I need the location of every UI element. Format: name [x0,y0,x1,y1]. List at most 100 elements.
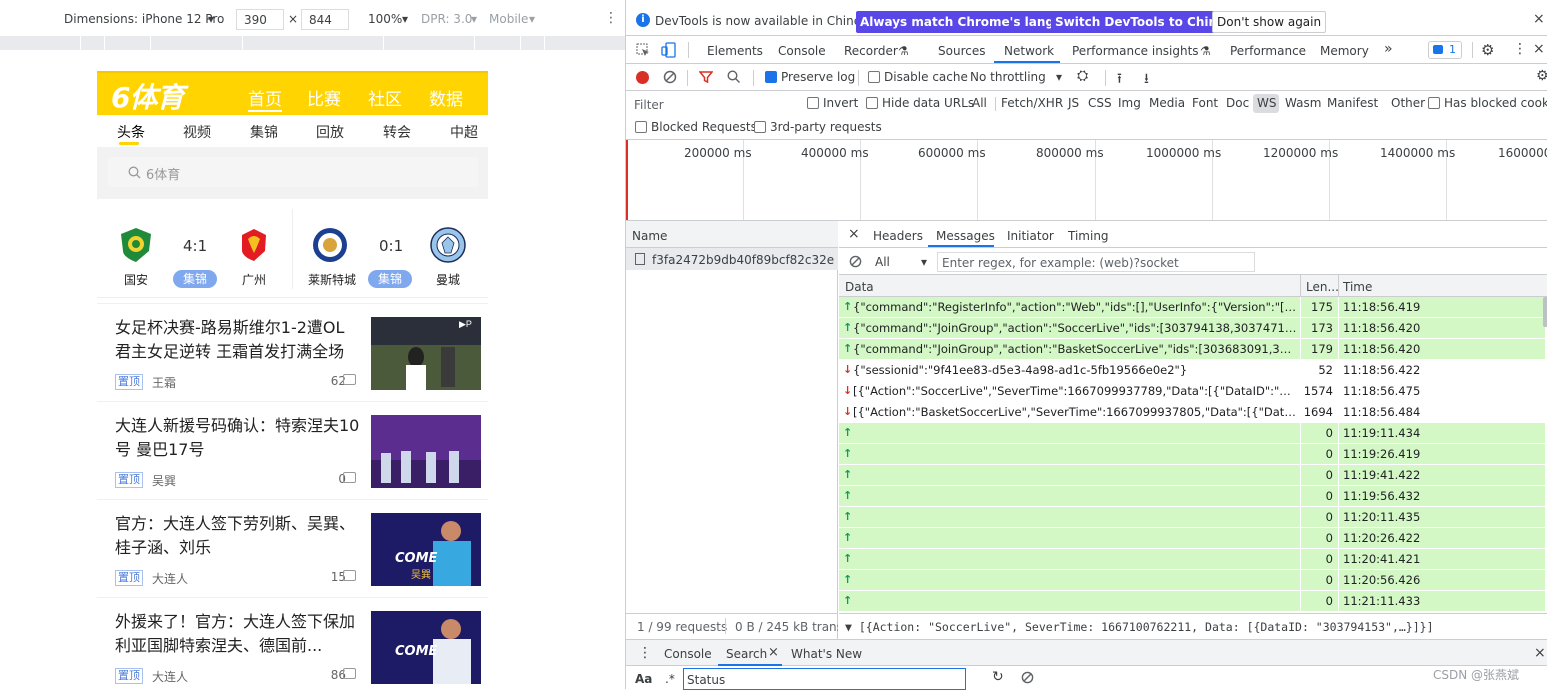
search-input[interactable]: 6体育 [108,157,478,187]
tab-console[interactable]: Console [778,44,826,58]
news-item[interactable]: 大连人新援号码确认：特索涅夫10号 曼巴17号 置顶 吴巽 0 [97,401,488,499]
request-row[interactable]: f3fa2472b9db40f89bcf82c32e23... [626,248,838,270]
message-regex-input[interactable]: Enter regex, for example: (web)?socket [937,252,1255,272]
blocked-requests-checkbox[interactable]: Blocked Requests [635,120,757,134]
logo[interactable]: 6体育 [111,76,184,116]
message-type-select[interactable]: All [875,255,890,269]
tab-home[interactable]: 首页 [248,85,282,112]
gear-icon[interactable]: ⚙ [1481,41,1494,59]
highlights-badge[interactable]: 集锦 [368,270,412,288]
has-blocked-cookies-checkbox[interactable]: Has blocked cookies [1428,96,1547,110]
type-filter-fetch[interactable]: Fetch/XHR [1001,96,1063,110]
type-filter-js[interactable]: JS [1068,96,1079,110]
close-icon[interactable]: × [768,645,779,660]
message-row[interactable]: ↓ {"sessionid":"9f41ee83-d5e3-4a98-ad1c-5… [839,360,1545,381]
tab-data[interactable]: 数据 [429,85,463,110]
type-filter-manifest[interactable]: Manifest [1327,96,1378,110]
width-input[interactable]: 390 [236,9,284,30]
type-filter-img[interactable]: Img [1118,96,1141,110]
time-column-header[interactable]: Time [1343,280,1372,294]
disable-cache-checkbox[interactable]: Disable cache [868,70,968,84]
tab-recorder[interactable]: Recorder [844,44,898,58]
message-preview[interactable]: ▼ [{Action: "SoccerLive", SeverTime: 166… [839,613,1547,639]
third-party-checkbox[interactable]: 3rd-party requests [754,120,882,134]
data-column-header[interactable]: Data [845,280,874,294]
timeline-overview[interactable]: 200000 ms 400000 ms 600000 ms 800000 ms … [626,140,1547,221]
import-har-icon[interactable]: ⭱ [1117,68,1122,92]
news-thumbnail[interactable]: COME 吴巽 [371,513,481,586]
clear-icon[interactable] [1021,671,1034,684]
tab-community[interactable]: 社区 [368,85,402,110]
more-vert-icon[interactable]: ⋮ [1513,41,1527,57]
news-item[interactable]: 外援来了！官方：大连人签下保加利亚国脚特索涅夫、德国前... 置顶 大连人 86… [97,597,488,689]
close-icon[interactable]: × [1533,11,1545,27]
device-toggle-icon[interactable] [661,42,677,58]
tab-memory[interactable]: Memory [1320,44,1369,58]
message-row[interactable]: ↑ 0 11:21:11.433 [839,591,1545,612]
message-row[interactable]: ↑ {"command":"JoinGroup","action":"Basket… [839,339,1545,360]
dont-show-again-button[interactable]: Don't show again [1212,11,1327,33]
type-filter-font[interactable]: Font [1192,96,1218,110]
length-column-header[interactable]: Len... [1306,280,1339,294]
message-row[interactable]: ↓ [{"Action":"SoccerLive","SeverTime":166… [839,381,1545,402]
message-row[interactable]: ↑ 0 11:19:41.422 [839,465,1545,486]
scrollbar[interactable] [1543,297,1547,327]
type-filter-css[interactable]: CSS [1088,96,1112,110]
message-row[interactable]: ↑ 0 11:20:41.421 [839,549,1545,570]
tab-elements[interactable]: Elements [707,44,763,58]
message-row[interactable]: ↑ 0 11:19:26.419 [839,444,1545,465]
refresh-icon[interactable]: ↻ [992,669,1004,685]
name-column-header[interactable]: Name [632,229,667,243]
tab-matches[interactable]: 比赛 [307,85,341,110]
height-input[interactable]: 844 [301,9,349,30]
message-row[interactable]: ↑ 0 11:20:11.435 [839,507,1545,528]
news-title[interactable]: 官方：大连人签下劳列斯、吴巽、桂子涵、刘乐 [115,512,360,560]
invert-checkbox[interactable]: Invert [807,96,858,110]
message-row[interactable]: ↑ 0 11:20:26.422 [839,528,1545,549]
news-title[interactable]: 女足杯决赛-路易斯维尔1-2遭OL君主女足逆转 王霜首发打满全场 [115,316,360,364]
throttling-select[interactable]: No throttling [970,70,1046,84]
type-filter-wasm[interactable]: Wasm [1285,96,1321,110]
gear-icon[interactable]: ⚙ [1536,68,1547,84]
close-icon[interactable]: × [848,226,860,242]
mode-select[interactable]: Mobile [489,12,528,26]
type-filter-all[interactable]: All [972,96,987,110]
match-case-toggle[interactable]: Aa [635,672,652,686]
tab-headers[interactable]: Headers [873,229,923,243]
regex-toggle[interactable]: .* [665,672,675,686]
tab-performance-insights[interactable]: Performance insights [1072,44,1199,58]
subtab-transfer[interactable]: 转会 [383,122,411,142]
search-input[interactable]: Status [683,668,966,690]
tab-network[interactable]: Network [1004,44,1054,58]
export-har-icon[interactable]: ⭳ [1144,68,1149,92]
dpr-select[interactable]: DPR: 3.0 [421,12,472,26]
more-vert-icon[interactable]: ⋮ [604,10,618,26]
news-thumbnail[interactable] [371,415,481,488]
inspect-element-icon[interactable] [636,43,650,57]
type-filter-other[interactable]: Other [1391,96,1425,110]
type-filter-doc[interactable]: Doc [1226,96,1249,110]
device-select[interactable]: Dimensions: iPhone 12 Pro [64,12,224,26]
highlights-badge[interactable]: 集锦 [173,270,217,288]
record-icon[interactable] [636,71,649,84]
message-row[interactable]: ↑ {"command":"RegisterInfo","action":"Web… [839,297,1545,318]
clear-icon[interactable] [849,255,862,268]
news-item[interactable]: 官方：大连人签下劳列斯、吴巽、桂子涵、刘乐 置顶 大连人 15 COME 吴巽 [97,499,488,597]
team-logo-mancity[interactable] [430,227,466,263]
tab-timing[interactable]: Timing [1068,229,1109,243]
subtab-headlines[interactable]: 头条 [117,122,145,142]
type-filter-ws[interactable]: WS [1257,96,1276,110]
clear-icon[interactable] [663,70,677,84]
team-logo-guoan[interactable] [119,227,153,263]
tab-sources[interactable]: Sources [938,44,985,58]
drawer-tab-whats-new[interactable]: What's New [791,647,862,661]
type-filter-media[interactable]: Media [1149,96,1185,110]
subtab-csl[interactable]: 中超 [450,122,478,142]
preserve-log-checkbox[interactable]: Preserve log [765,70,855,84]
zoom-select[interactable]: 100% [368,12,402,26]
more-vert-icon[interactable]: ⋮ [638,645,652,661]
close-icon[interactable]: × [1534,645,1546,661]
more-tabs-icon[interactable]: » [1384,41,1393,57]
team-logo-leicester[interactable] [312,227,348,263]
tab-performance[interactable]: Performance [1230,44,1306,58]
